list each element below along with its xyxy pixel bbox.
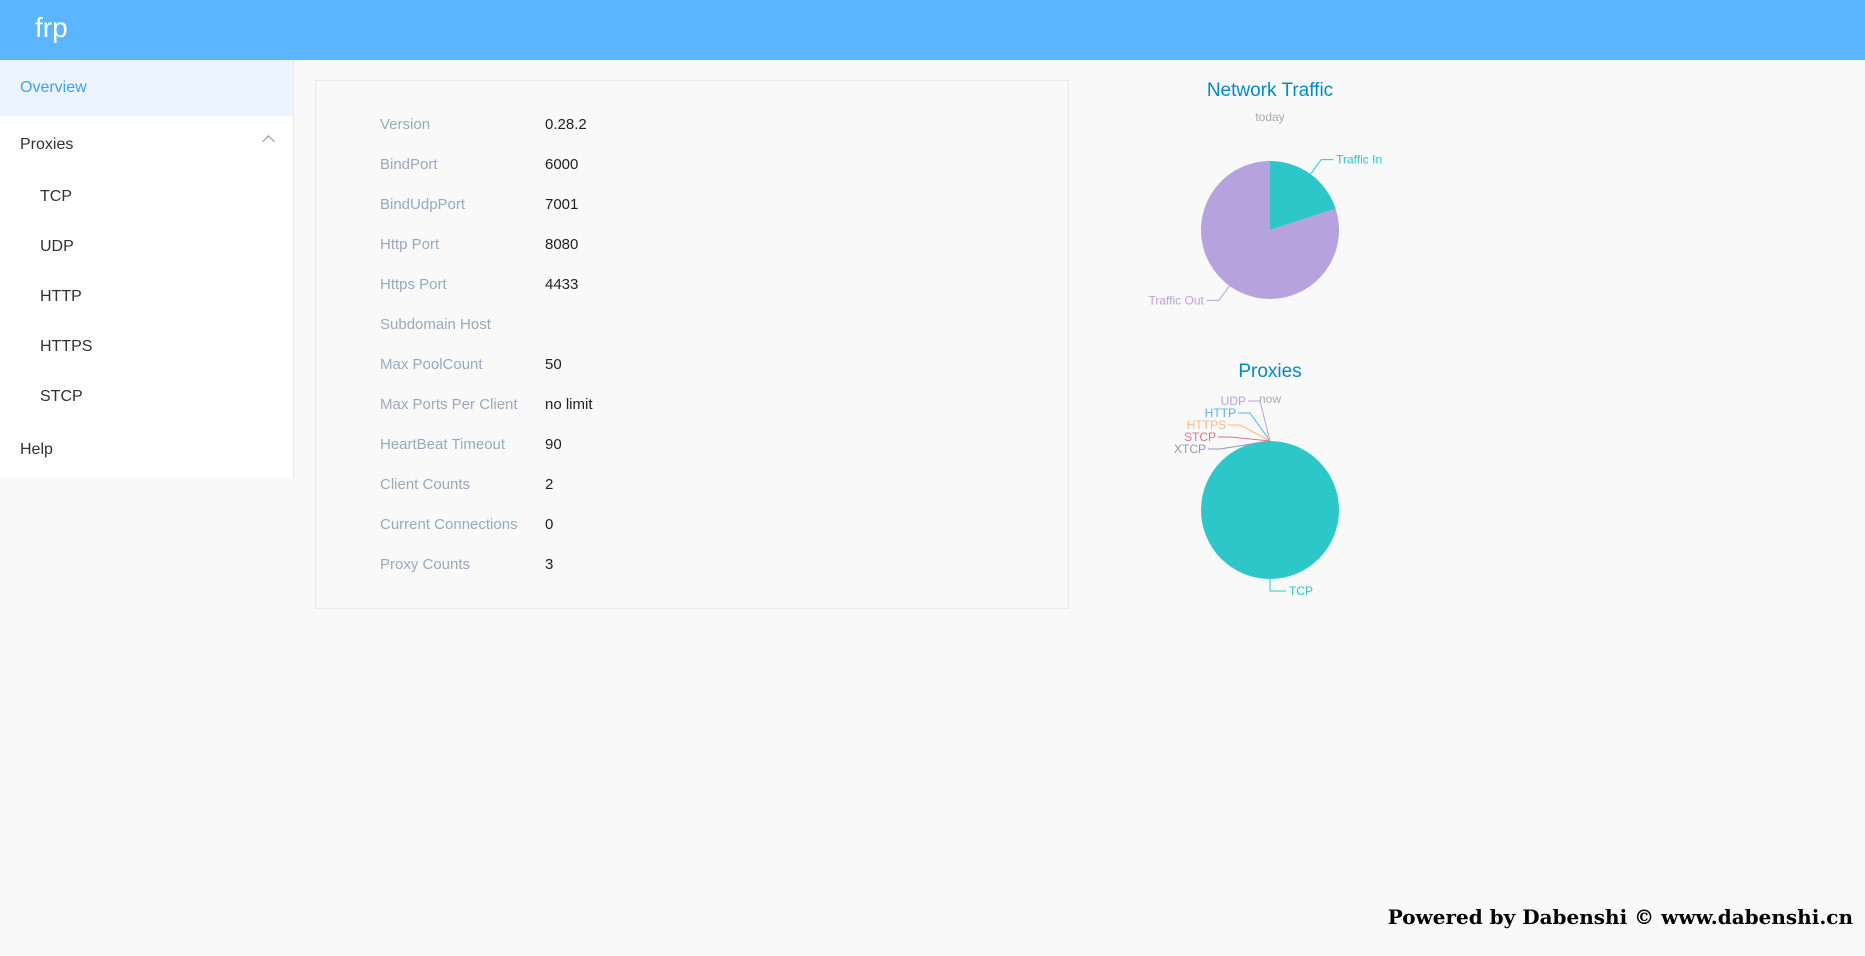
info-value: 3 [545,556,554,573]
slice-label-traffic-in: Traffic In [1336,153,1382,167]
info-value: 50 [545,356,562,373]
info-label: Subdomain Host [380,316,491,333]
info-value: 8080 [545,236,579,253]
traffic-pie-chart: Traffic In Traffic Out [1149,153,1383,308]
slice-label-traffic-out: Traffic Out [1149,293,1205,307]
info-label: BindPort [380,156,438,173]
sidebar-menu: Overview Proxies TCP UDP HTTP HTTPS STCP… [0,60,294,478]
info-value: 7001 [545,196,579,213]
pie-slice-tcp[interactable] [1201,441,1339,579]
sidebar-item-proxies[interactable]: Proxies [0,117,293,173]
info-value: 2 [545,476,554,493]
label-line-traffic-in [1310,159,1334,175]
slice-label-xtcp: XTCP [1174,442,1206,456]
sidebar-item-overview[interactable]: Overview [0,60,293,116]
info-label: Proxy Counts [380,556,471,573]
sidebar-item-http[interactable]: HTTP [0,272,293,322]
info-label: Version [380,116,431,133]
footer-credit: Powered by Dabenshi © www.dabenshi.cn [1387,905,1853,929]
info-label: Client Counts [380,476,471,493]
info-value: 0.28.2 [545,116,587,133]
chevron-up-icon [262,135,275,148]
traffic-chart-subtitle: today [1255,110,1285,124]
sidebar-item-label: Proxies [20,136,74,153]
proxies-chart-title: Proxies [1238,361,1302,382]
label-line-tcp [1269,579,1286,592]
info-label: BindUdpPort [380,196,466,213]
info-label: Current Connections [380,516,518,533]
info-label: Https Port [380,276,447,293]
sidebar-item-stcp[interactable]: STCP [0,372,293,422]
info-value: no limit [545,396,593,413]
info-value: 6000 [545,156,579,173]
top-header: frp [0,0,1865,60]
info-label: Http Port [380,236,440,253]
sidebar-item-udp[interactable]: UDP [0,222,293,272]
info-value: 4433 [545,276,579,293]
info-label: HeartBeat Timeout [380,436,506,453]
label-line-stcp [1218,436,1271,442]
brand-logo[interactable]: frp [35,10,68,46]
traffic-chart-title: Network Traffic [1206,80,1334,101]
info-label: Max PoolCount [380,356,483,373]
info-value: 90 [545,436,562,453]
sidebar-item-tcp[interactable]: TCP [0,172,293,222]
info-value: 0 [545,516,554,533]
label-line-traffic-out [1206,285,1230,301]
sidebar-item-help[interactable]: Help [0,422,293,478]
sidebar-item-https[interactable]: HTTPS [0,322,293,372]
proxies-pie-chart: TCPUDPHTTPHTTPSSTCPXTCP [1174,394,1339,598]
slice-label-tcp: TCP [1289,584,1313,598]
server-info-panel: Version 0.28.2 BindPort 6000 BindUdpPort… [315,80,1069,609]
info-label: Max Ports Per Client [380,396,518,413]
